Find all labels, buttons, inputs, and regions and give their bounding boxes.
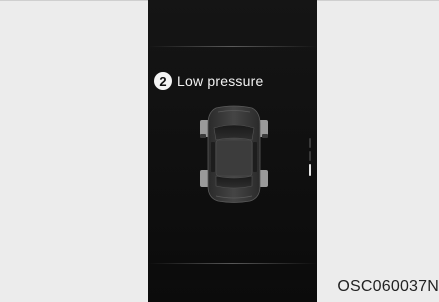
top-divider bbox=[148, 46, 317, 47]
warning-title: 2 Low pressure bbox=[154, 72, 263, 90]
image-code: OSC060037N bbox=[337, 278, 439, 295]
car-top-view-icon bbox=[200, 105, 268, 203]
bottom-divider bbox=[148, 263, 317, 264]
step-number-badge: 2 bbox=[154, 72, 172, 90]
warning-title-text: Low pressure bbox=[177, 73, 264, 89]
cluster-display: 2 Low pressure bbox=[148, 0, 317, 302]
scroll-indicator bbox=[309, 138, 313, 178]
